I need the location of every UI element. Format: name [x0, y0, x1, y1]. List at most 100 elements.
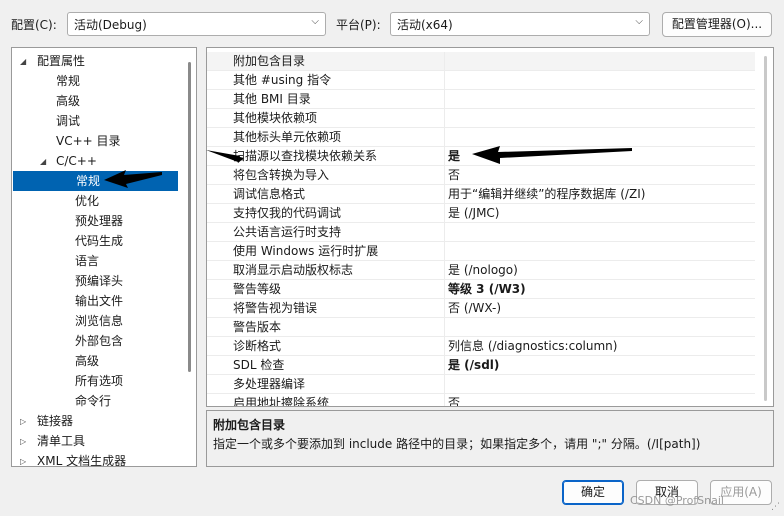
property-name: 调试信息格式 — [233, 187, 306, 201]
config-manager-button[interactable]: 配置管理器(O)... — [662, 12, 772, 37]
property-value[interactable]: 是 (/sdl) — [448, 356, 499, 374]
column-divider — [444, 90, 445, 108]
expand-icon[interactable]: ▷ — [20, 432, 26, 452]
platform-dropdown[interactable]: 活动(x64) ⌵ — [390, 12, 650, 36]
property-name: 支持仅我的代码调试 — [233, 206, 342, 220]
property-row[interactable]: 公共语言运行时支持 — [207, 223, 755, 242]
tree-item-label: 语言 — [75, 254, 100, 268]
tree-item[interactable]: ▷ XML 文档生成器 — [12, 451, 184, 467]
tree-item-label: 常规 — [76, 174, 101, 188]
tree-item[interactable]: 调试 — [12, 111, 184, 131]
tree-item[interactable]: ▷ 清单工具 — [12, 431, 184, 451]
tree-item[interactable]: VC++ 目录 — [12, 131, 184, 151]
description-pane: 附加包含目录 指定一个或多个要添加到 include 路径中的目录；如果指定多个… — [206, 410, 774, 467]
tree-item-label: 外部包含 — [75, 334, 124, 348]
property-value[interactable]: 是 (/nologo) — [448, 261, 518, 279]
collapse-icon[interactable]: ◢ — [40, 152, 46, 172]
tree-item-label: 配置属性 — [37, 54, 86, 68]
property-value[interactable]: 用于“编辑并继续”的程序数据库 (/ZI) — [448, 185, 645, 203]
property-value[interactable]: 是 (/JMC) — [448, 204, 500, 222]
chevron-down-icon: ⌵ — [311, 16, 319, 27]
property-value[interactable]: 否 (/WX-) — [448, 299, 501, 317]
tree-scrollbar[interactable] — [188, 62, 191, 372]
tree-item[interactable]: ▷ 链接器 — [12, 411, 184, 431]
tree-item-label: XML 文档生成器 — [37, 454, 127, 467]
property-grid[interactable]: 附加包含目录 其他 #using 指令其他 BMI 目录 其他模块依赖项其他标头单元… — [206, 47, 774, 407]
property-name: 警告等级 — [233, 282, 282, 296]
tree-item[interactable]: 浏览信息 — [12, 311, 184, 331]
property-row[interactable]: 将警告视为错误 否 (/WX-) — [207, 299, 755, 318]
tree-item[interactable]: 预编译头 — [12, 271, 184, 291]
property-name: 诊断格式 — [233, 339, 282, 353]
tree-item-label: 所有选项 — [75, 374, 124, 388]
column-divider — [444, 280, 445, 298]
expand-icon[interactable]: ▷ — [20, 412, 26, 432]
platform-dropdown-value: 活动(x64) — [397, 18, 453, 32]
property-row[interactable]: 其他模块依赖项 — [207, 109, 755, 128]
tree-item-label: 优化 — [75, 194, 100, 208]
property-value[interactable]: 否 — [448, 166, 460, 184]
property-value[interactable]: 等级 3 (/W3) — [448, 280, 526, 298]
column-divider — [444, 375, 445, 393]
config-dropdown[interactable]: 活动(Debug) ⌵ — [67, 12, 326, 36]
property-row[interactable]: 调试信息格式 用于“编辑并继续”的程序数据库 (/ZI) — [207, 185, 755, 204]
property-row[interactable]: 启用地址擦除系统 否 — [207, 394, 755, 406]
property-row[interactable]: 其他 BMI 目录 — [207, 90, 755, 109]
column-divider — [444, 337, 445, 355]
property-value[interactable]: 否 — [448, 394, 460, 406]
property-row[interactable]: 多处理器编译 — [207, 375, 755, 394]
property-row[interactable]: 支持仅我的代码调试 是 (/JMC) — [207, 204, 755, 223]
tree-item[interactable]: 优化 — [12, 191, 184, 211]
tree-item[interactable]: 常规 — [13, 171, 178, 191]
property-row[interactable]: 其他标头单元依赖项 — [207, 128, 755, 147]
tree-item-label: 链接器 — [37, 414, 74, 428]
tree-item[interactable]: 所有选项 — [12, 371, 184, 391]
column-divider — [444, 185, 445, 203]
tree-item-label: 高级 — [75, 354, 100, 368]
property-row[interactable]: 将包含转换为导入 否 — [207, 166, 755, 185]
property-row[interactable]: 其他 #using 指令 — [207, 71, 755, 90]
tree-item[interactable]: 高级 — [12, 351, 184, 371]
column-divider — [444, 394, 445, 406]
column-divider — [444, 356, 445, 374]
expand-icon[interactable]: ▷ — [20, 452, 26, 466]
property-row[interactable]: 扫描源以查找模块依赖关系 是 — [207, 147, 755, 166]
column-divider — [444, 147, 445, 165]
tree-item[interactable]: 命令行 — [12, 391, 184, 411]
property-row[interactable]: 警告版本 — [207, 318, 755, 337]
tree-item[interactable]: 输出文件 — [12, 291, 184, 311]
property-name: 公共语言运行时支持 — [233, 225, 342, 239]
tree-item[interactable]: 常规 — [12, 71, 184, 91]
property-name: 其他 BMI 目录 — [233, 92, 311, 106]
grid-scrollbar[interactable] — [764, 56, 767, 401]
property-name: 扫描源以查找模块依赖关系 — [233, 149, 378, 163]
tree-item-label: 预编译头 — [75, 274, 124, 288]
resize-grip-icon[interactable]: ⋰ — [771, 502, 780, 512]
tree-item[interactable]: 代码生成 — [12, 231, 184, 251]
property-row[interactable]: SDL 检查 是 (/sdl) — [207, 356, 755, 375]
tree-item-label: 预处理器 — [75, 214, 124, 228]
property-value[interactable]: 列信息 (/diagnostics:column) — [448, 337, 617, 355]
tree-item[interactable]: ◢ 配置属性 — [12, 51, 184, 71]
tree-item-label: VC++ 目录 — [56, 134, 121, 148]
tree-item-label: 清单工具 — [37, 434, 86, 448]
property-value[interactable]: 是 — [448, 147, 460, 165]
tree-item[interactable]: 语言 — [12, 251, 184, 271]
tree-item[interactable]: 外部包含 — [12, 331, 184, 351]
property-name: 使用 Windows 运行时扩展 — [233, 244, 379, 258]
column-divider — [444, 318, 445, 336]
property-row[interactable]: 取消显示启动版权标志 是 (/nologo) — [207, 261, 755, 280]
tree-item[interactable]: ◢ C/C++ — [12, 151, 184, 171]
collapse-icon[interactable]: ◢ — [20, 52, 26, 72]
ok-button[interactable]: 确定 — [562, 480, 624, 505]
property-row[interactable]: 附加包含目录 — [207, 52, 755, 71]
tree-item[interactable]: 高级 — [12, 91, 184, 111]
property-tree[interactable]: ◢ 配置属性 常规 高级 调试 VC++ 目录 ◢ C/C++ 常规 优化 预处理器 代码生成 语言 预编… — [11, 47, 197, 467]
property-name: 其他模块依赖项 — [233, 111, 318, 125]
column-divider — [444, 109, 445, 127]
tree-item-label: C/C++ — [56, 154, 97, 168]
tree-item[interactable]: 预处理器 — [12, 211, 184, 231]
property-row[interactable]: 使用 Windows 运行时扩展 — [207, 242, 755, 261]
property-row[interactable]: 诊断格式 列信息 (/diagnostics:column) — [207, 337, 755, 356]
property-row[interactable]: 警告等级 等级 3 (/W3) — [207, 280, 755, 299]
